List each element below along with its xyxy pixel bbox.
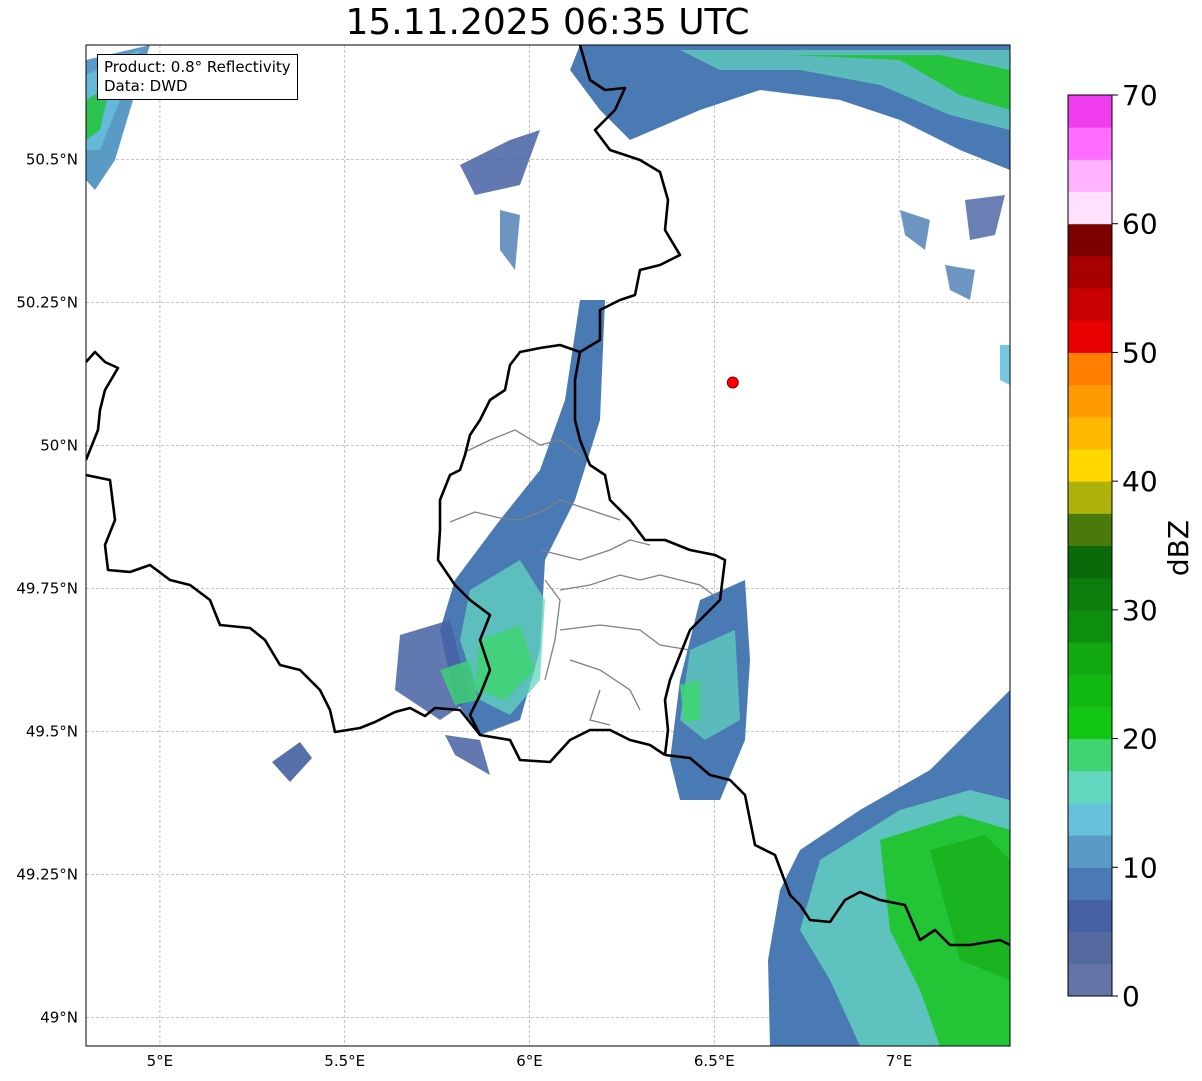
lon-tick-label: 6.5°E: [694, 1052, 735, 1070]
lat-tick-label: 49°N: [40, 1008, 78, 1026]
lon-tick-label: 7°E: [886, 1052, 913, 1070]
lon-tick-label: 5°E: [147, 1052, 174, 1070]
lat-tick-label: 49.75°N: [16, 579, 78, 597]
lat-tick-label: 49.5°N: [26, 722, 78, 740]
lat-tick-label: 49.25°N: [16, 865, 78, 883]
data-source-text: Data: DWD: [104, 77, 188, 95]
info-box: Product: 0.8° Reflectivity Data: DWD: [97, 54, 298, 100]
radar-map[interactable]: 5°E 5.5°E 6°E 6.5°E 7°E 50.5°N 50.25°N 50°N 49.7…: [0, 0, 1202, 1081]
radar-site-marker[interactable]: [726, 376, 739, 389]
lon-tick-label: 6°E: [516, 1052, 543, 1070]
lat-tick-label: 50°N: [40, 436, 78, 454]
product-text: Product: 0.8° Reflectivity: [104, 58, 291, 76]
lat-tick-label: 50.25°N: [16, 293, 78, 311]
echo-cell-6: [1000, 345, 1010, 385]
lat-tick-label: 50.5°N: [26, 150, 78, 168]
lon-tick-label: 5.5°E: [324, 1052, 365, 1070]
